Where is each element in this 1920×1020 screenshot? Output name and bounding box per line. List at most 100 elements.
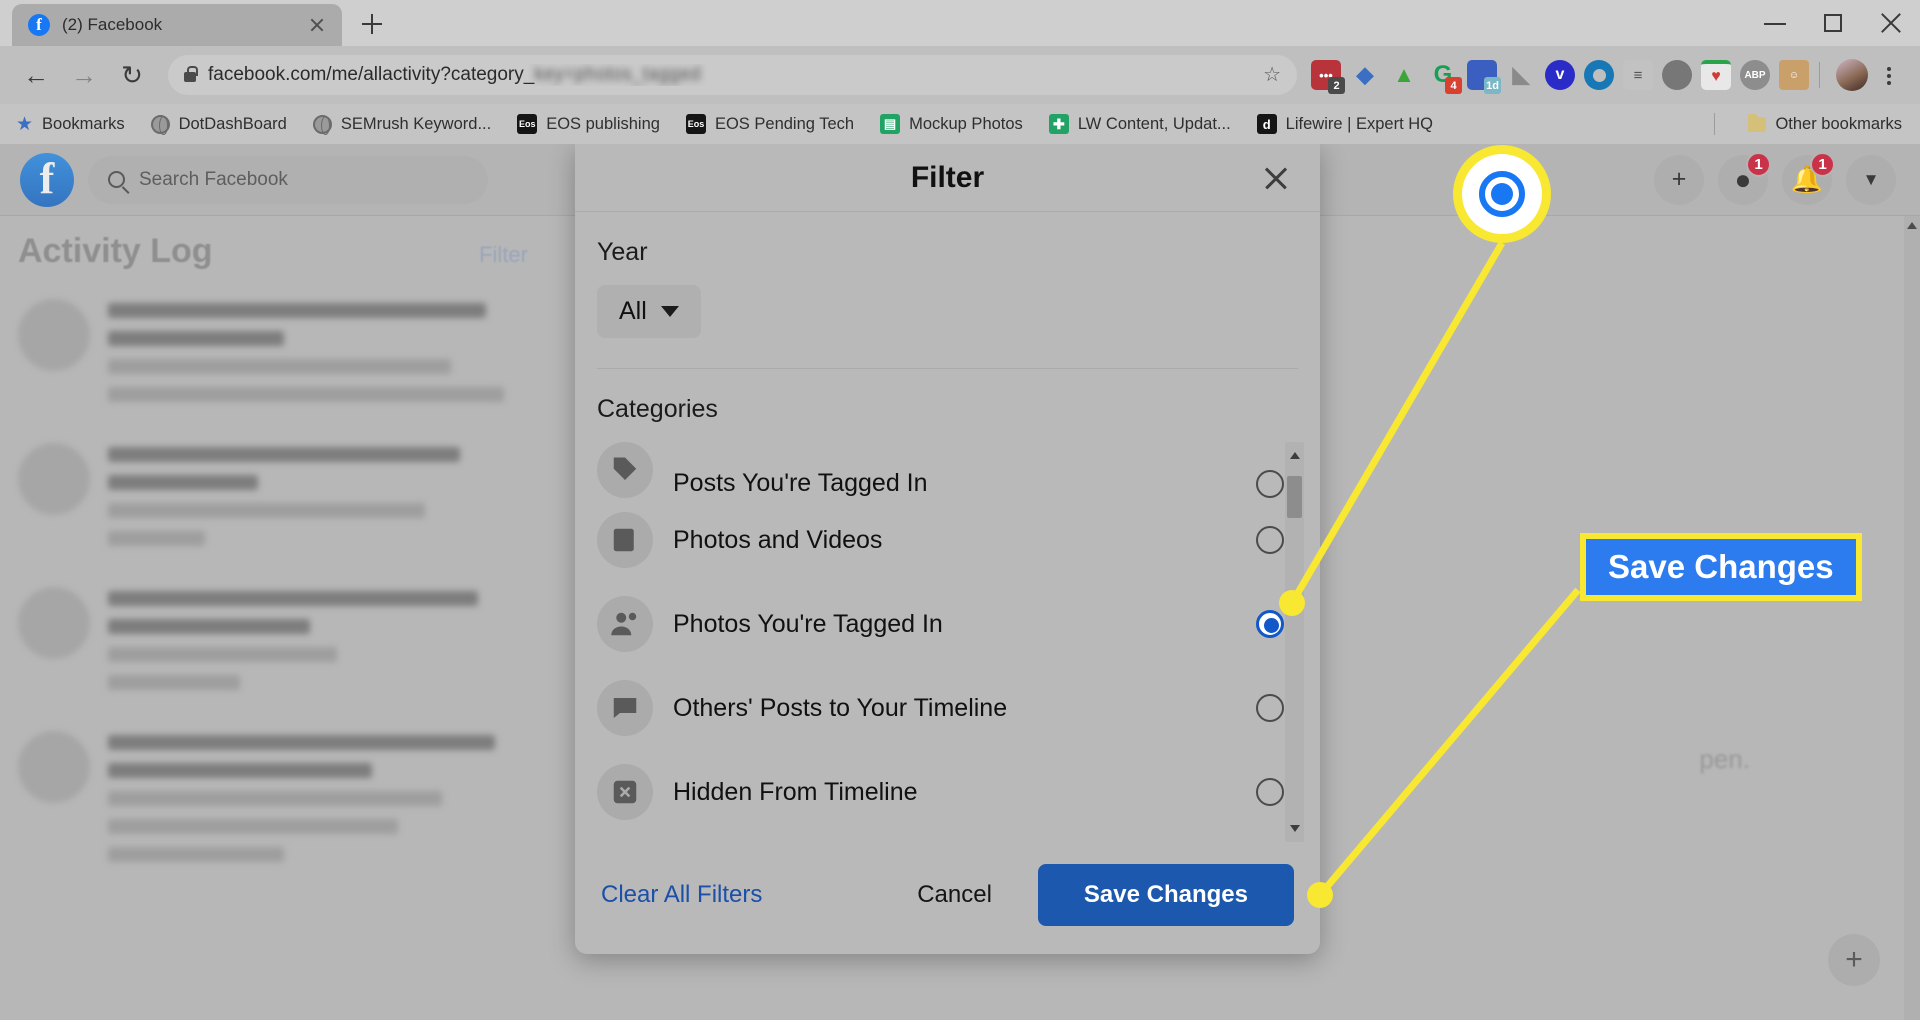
close-window-icon[interactable] <box>1862 0 1920 46</box>
scroll-up-icon[interactable] <box>1907 222 1917 229</box>
globe-icon <box>150 114 170 135</box>
hidden-icon <box>597 764 653 820</box>
toolbar-divider <box>1819 62 1820 88</box>
globe-icon <box>312 114 332 135</box>
category-label: Photos and Videos <box>673 525 883 554</box>
bookmark-item[interactable]: ★ Bookmarks <box>16 115 125 134</box>
category-radio[interactable] <box>1256 470 1284 498</box>
page-scrollbar[interactable] <box>1904 216 1920 1020</box>
comment-icon <box>597 680 653 736</box>
onedrive-badge: 1d <box>1484 77 1501 94</box>
eos-icon: Eos <box>517 114 538 134</box>
maximize-window-icon[interactable] <box>1804 0 1862 46</box>
categories-label: Categories <box>597 395 718 423</box>
cancel-button[interactable]: Cancel <box>893 867 1016 923</box>
bookmark-item[interactable]: ▤ Mockup Photos <box>880 114 1023 134</box>
vimeo-extension-icon[interactable]: v <box>1545 60 1575 90</box>
person-tag-icon <box>597 596 653 652</box>
search-input[interactable]: Search Facebook <box>88 155 488 204</box>
other-bookmarks-label: Other bookmarks <box>1775 114 1902 133</box>
bookmark-label: Bookmarks <box>42 114 125 133</box>
bookmark-item[interactable]: Eos EOS publishing <box>517 114 660 134</box>
new-tab-button[interactable] <box>352 4 392 44</box>
scroll-up-icon[interactable] <box>1289 452 1300 459</box>
categories-scrollbar[interactable] <box>1285 442 1304 842</box>
grammarly-badge: 4 <box>1445 77 1462 94</box>
save-changes-button[interactable]: Save Changes <box>1037 864 1294 926</box>
profile-avatar[interactable] <box>1836 59 1868 91</box>
filter-link[interactable]: Filter <box>479 242 528 268</box>
avatar <box>18 299 90 371</box>
notifications-button[interactable]: 🔔 1 <box>1782 151 1835 205</box>
browser-toolbar: ← → ↻ facebook.com/me/allactivity?catego… <box>0 46 1920 104</box>
categories-list[interactable]: Posts You're Tagged In Photos and Videos <box>597 442 1298 842</box>
bookmark-label: Lifewire | Expert HQ <box>1285 114 1434 133</box>
category-radio-selected[interactable] <box>1256 610 1284 638</box>
search-placeholder: Search Facebook <box>139 168 288 190</box>
create-button[interactable]: + <box>1654 154 1704 205</box>
dotdash-icon: d <box>1256 114 1277 134</box>
bookmark-item[interactable]: DotDashBoard <box>150 114 287 135</box>
bookmarks-bar: ★ Bookmarks DotDashBoard SEMrush Keyword… <box>0 104 1920 144</box>
close-icon[interactable] <box>1254 156 1298 200</box>
forward-icon[interactable]: → <box>62 53 106 97</box>
list-item-text <box>108 731 548 875</box>
bookmark-item[interactable]: SEMrush Keyword... <box>312 114 492 135</box>
category-label: Hidden From Timeline <box>673 777 918 806</box>
opera-extension-icon[interactable] <box>1584 60 1614 90</box>
clear-all-filters-link[interactable]: Clear All Filters <box>601 881 871 909</box>
category-row-posts-tagged[interactable]: Posts You're Tagged In <box>597 442 1288 498</box>
plus-icon: + <box>1671 165 1687 193</box>
floating-action-button[interactable]: + <box>1828 934 1880 986</box>
tomato-timer-extension-icon[interactable]: ♥ <box>1701 60 1731 90</box>
lastpass-extension-icon[interactable]: ••• 2 <box>1311 60 1345 94</box>
category-row-partial[interactable] <box>597 834 1288 842</box>
evernote-extension-icon[interactable]: ▲ <box>1389 60 1419 90</box>
scrollbar-thumb[interactable] <box>1287 476 1302 518</box>
messenger-button[interactable]: ● 1 <box>1718 151 1771 205</box>
category-radio[interactable] <box>1256 694 1284 722</box>
honey-extension-icon[interactable]: ☺ <box>1779 60 1809 90</box>
calculator-extension-icon[interactable]: ≡ <box>1623 60 1653 90</box>
url-blurred: key=photos_tagged <box>534 64 701 85</box>
lastpass-badge: 2 <box>1328 77 1345 94</box>
category-radio[interactable] <box>1256 526 1284 554</box>
minimize-window-icon[interactable] <box>1746 0 1804 46</box>
yoast-extension-icon[interactable]: ◆ <box>1350 60 1380 90</box>
search-icon <box>108 171 125 188</box>
pocket-extension-icon[interactable]: ◣ <box>1506 60 1536 90</box>
other-bookmarks-item[interactable]: Other bookmarks <box>1748 113 1902 134</box>
address-bar[interactable]: facebook.com/me/allactivity?category_key… <box>168 55 1297 95</box>
avatar <box>18 587 90 659</box>
bookmark-label: EOS Pending Tech <box>714 114 855 133</box>
dialog-header: Filter <box>575 144 1320 212</box>
account-menu-button[interactable]: ▼ <box>1846 154 1896 205</box>
category-row-photos-videos[interactable]: Photos and Videos <box>597 498 1288 582</box>
bookmark-label: Mockup Photos <box>909 114 1023 133</box>
back-icon[interactable]: ← <box>14 53 58 97</box>
reload-icon[interactable]: ↻ <box>110 53 154 97</box>
bookmark-label: DotDashBoard <box>178 114 287 133</box>
bookmark-star-icon[interactable]: ☆ <box>1263 65 1281 85</box>
browser-menu-icon[interactable] <box>1872 58 1906 92</box>
background-text: pen. <box>1699 744 1750 774</box>
bookmark-item[interactable]: Eos EOS Pending Tech <box>685 114 855 134</box>
year-select[interactable]: All <box>597 285 701 338</box>
bookmark-item[interactable]: ✚ LW Content, Updat... <box>1048 114 1231 134</box>
onedrive-extension-icon[interactable]: 1d <box>1467 60 1501 94</box>
bookmarks-divider <box>1714 113 1715 135</box>
scroll-down-icon[interactable] <box>1289 825 1300 832</box>
facebook-logo-icon[interactable]: f <box>20 152 74 207</box>
close-tab-icon[interactable] <box>304 12 330 38</box>
bookmark-label: SEMrush Keyword... <box>340 114 492 133</box>
browser-tab[interactable]: f (2) Facebook <box>12 4 342 46</box>
adblock-plus-extension-icon[interactable]: ABP <box>1740 60 1770 90</box>
category-radio[interactable] <box>1256 778 1284 806</box>
grammarly-extension-icon[interactable]: G 4 <box>1428 60 1462 94</box>
moon-extension-icon[interactable] <box>1662 60 1692 90</box>
category-row-hidden[interactable]: Hidden From Timeline <box>597 750 1288 834</box>
category-row-photos-tagged[interactable]: Photos You're Tagged In <box>597 582 1288 666</box>
category-row-others-posts[interactable]: Others' Posts to Your Timeline <box>597 666 1288 750</box>
bookmark-item[interactable]: d Lifewire | Expert HQ <box>1256 114 1434 134</box>
chevron-down-icon <box>660 306 679 317</box>
